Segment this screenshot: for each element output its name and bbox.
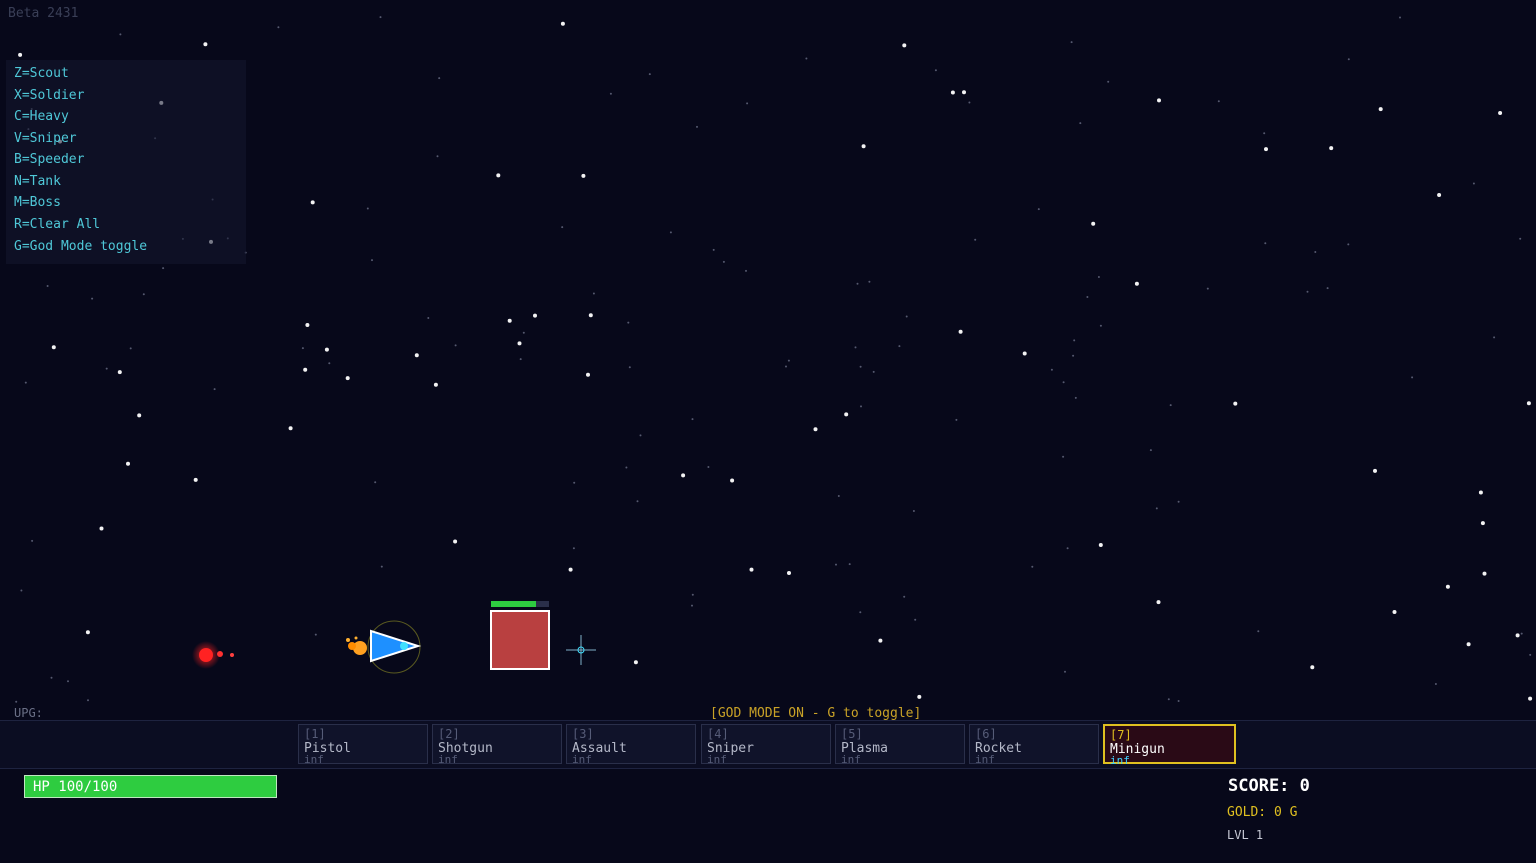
score-display: SCORE: 0	[1228, 776, 1310, 796]
version-label: Beta 2431	[8, 6, 79, 21]
player-ship	[367, 620, 422, 674]
help-line: Z=Scout	[14, 66, 69, 81]
weapon-slot-shotgun[interactable]: [2] Shotgun inf	[432, 724, 562, 766]
hp-text: HP 100/100	[33, 779, 118, 795]
enemy-square	[490, 610, 550, 670]
hp-bar: HP 100/100	[24, 775, 277, 798]
weapon-ammo: inf	[438, 753, 458, 766]
weapon-bar: [1] Pistol inf [2] Shotgun inf [3] Assau…	[0, 720, 1536, 769]
help-line: G=God Mode toggle	[14, 239, 148, 254]
help-line: N=Tank	[14, 174, 61, 189]
enemy-bullet	[192, 641, 234, 669]
weapon-ammo: inf	[707, 753, 727, 766]
weapon-key: [7]	[1110, 728, 1132, 742]
weapon-key: [5]	[841, 727, 863, 741]
weapon-key: [4]	[707, 727, 729, 741]
player-thruster	[346, 636, 367, 655]
enemy-health-fill	[491, 601, 537, 607]
weapon-ammo: inf	[1110, 754, 1130, 767]
weapon-key: [6]	[975, 727, 997, 741]
help-line: C=Heavy	[14, 109, 69, 124]
crosshair-icon	[566, 635, 596, 665]
weapon-slot-rocket[interactable]: [6] Rocket inf	[969, 724, 1099, 766]
weapon-slot-sniper[interactable]: [4] Sniper inf	[701, 724, 831, 766]
level-display: LVL 1	[1227, 828, 1264, 842]
help-line: R=Clear All	[14, 217, 101, 232]
weapon-ammo: inf	[841, 753, 861, 766]
help-line: M=Boss	[14, 195, 61, 210]
weapon-ammo: inf	[572, 753, 592, 766]
weapon-ammo: inf	[975, 753, 995, 766]
god-mode-message: [GOD MODE ON - G to toggle]	[710, 706, 922, 721]
help-line: B=Speeder	[14, 152, 85, 167]
gold-display: GOLD: 0 G	[1227, 805, 1298, 820]
enemy-health-bar	[491, 601, 549, 607]
weapon-slot-pistol[interactable]: [1] Pistol inf	[298, 724, 428, 766]
weapon-slot-minigun[interactable]: [7] Minigun inf	[1103, 724, 1236, 767]
weapon-key: [1]	[304, 727, 326, 741]
help-line: V=Sniper	[14, 131, 77, 146]
weapon-slot-plasma[interactable]: [5] Plasma inf	[835, 724, 965, 766]
weapon-slot-assault[interactable]: [3] Assault inf	[566, 724, 696, 766]
weapon-key: [3]	[572, 727, 594, 741]
upgrade-label: UPG:	[14, 706, 43, 720]
help-line: X=Soldier	[14, 88, 85, 103]
controls-help-panel: Z=Scout X=Soldier C=Heavy V=Sniper B=Spe…	[6, 60, 246, 264]
weapon-key: [2]	[438, 727, 460, 741]
weapon-ammo: inf	[304, 753, 324, 766]
